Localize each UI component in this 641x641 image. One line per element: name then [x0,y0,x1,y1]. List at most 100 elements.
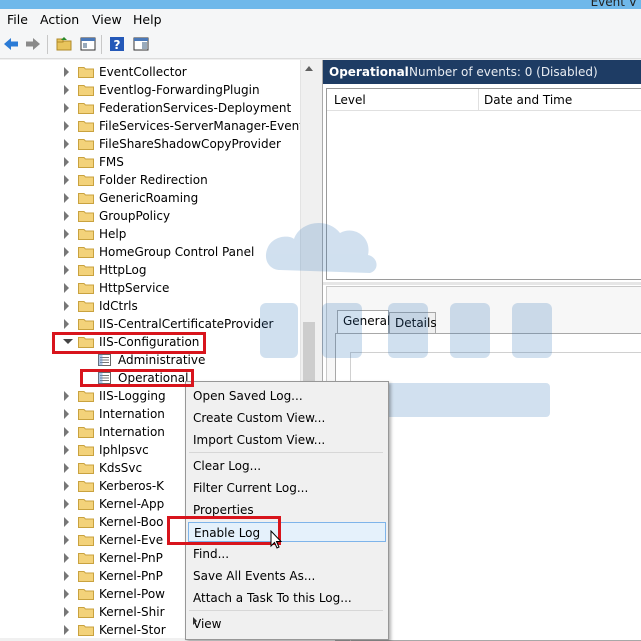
menu-item-open-saved-log[interactable]: Open Saved Log... [188,386,386,406]
properties-pane-icon[interactable] [132,35,150,53]
window-title: Event V [590,0,637,9]
folder-icon [78,624,94,636]
folder-icon [78,120,94,132]
submenu-arrow-icon [193,617,197,625]
mouse-cursor-icon [270,530,282,549]
tab-details[interactable]: Details [389,312,437,334]
collapsed-arrow-icon[interactable] [64,139,69,149]
tree-folder-item[interactable]: Help [0,225,300,243]
folder-icon [78,444,94,456]
collapsed-arrow-icon[interactable] [64,157,69,167]
collapsed-arrow-icon[interactable] [64,481,69,491]
folder-icon [78,228,94,240]
menu-item-create-custom-view[interactable]: Create Custom View... [188,408,386,428]
events-header: Operational Number of events: 0 (Disable… [323,60,641,84]
collapsed-arrow-icon[interactable] [64,625,69,635]
menu-item-view[interactable]: View [188,614,386,634]
scroll-thumb[interactable] [303,322,315,382]
collapsed-arrow-icon[interactable] [64,535,69,545]
tree-item-label: Internation [99,407,165,421]
menu-item-clear-log[interactable]: Clear Log... [188,456,386,476]
collapsed-arrow-icon[interactable] [64,607,69,617]
menu-item-label: Save All Events As... [193,569,316,583]
tree-folder-item[interactable]: GenericRoaming [0,189,300,207]
collapsed-arrow-icon[interactable] [64,553,69,563]
collapsed-arrow-icon[interactable] [64,211,69,221]
tab-general[interactable]: General [337,310,391,334]
tree-folder-item[interactable]: GroupPolicy [0,207,300,225]
collapsed-arrow-icon[interactable] [64,409,69,419]
menu-item-find[interactable]: Find... [188,544,386,564]
folder-icon [78,102,94,114]
tree-item-label: Internation [99,425,165,439]
tree-folder-item[interactable]: IdCtrls [0,297,300,315]
menu-item-label: Create Custom View... [193,411,326,425]
collapsed-arrow-icon[interactable] [64,247,69,257]
tree-folder-item[interactable]: HttpLog [0,261,300,279]
tree-item-label: FederationServices-Deployment [99,101,292,115]
collapsed-arrow-icon[interactable] [64,175,69,185]
menu-file[interactable]: File [7,12,28,27]
show-hide-pane-icon[interactable] [79,35,97,53]
help-icon[interactable]: ? [108,35,126,53]
collapsed-arrow-icon[interactable] [64,319,69,329]
collapsed-arrow-icon[interactable] [64,67,69,77]
forward-arrow-icon[interactable] [24,35,42,53]
tree-folder-item[interactable]: FileServices-ServerManager-EventProv [0,117,300,135]
collapsed-arrow-icon[interactable] [64,445,69,455]
collapsed-arrow-icon[interactable] [64,391,69,401]
collapsed-arrow-icon[interactable] [64,265,69,275]
tree-item-label: Kernel-Shir [99,605,165,619]
tree-folder-item[interactable]: Folder Redirection [0,171,300,189]
tree-folder-item[interactable]: FileShareShadowCopyProvider [0,135,300,153]
tree-item-label: IdCtrls [99,299,138,313]
pane-splitter[interactable] [323,282,641,285]
collapsed-arrow-icon[interactable] [64,283,69,293]
menu-item-filter-current-log[interactable]: Filter Current Log... [188,478,386,498]
tab-general-label: General [343,314,391,328]
menu-view[interactable]: View [92,12,122,27]
tree-folder-item[interactable]: HomeGroup Control Panel [0,243,300,261]
collapsed-arrow-icon[interactable] [64,229,69,239]
tree-item-label: Administrative [118,353,206,367]
collapsed-arrow-icon[interactable] [64,121,69,131]
scroll-up-arrow-icon[interactable] [305,66,313,71]
collapsed-arrow-icon[interactable] [64,85,69,95]
collapsed-arrow-icon[interactable] [64,103,69,113]
folder-icon [78,138,94,150]
toolbar: ? [0,31,641,59]
collapsed-arrow-icon[interactable] [64,301,69,311]
tree-folder-item[interactable]: IIS-CentralCertificateProvider [0,315,300,333]
column-date-time[interactable]: Date and Time [484,93,572,107]
collapsed-arrow-icon[interactable] [64,517,69,527]
folder-icon [78,210,94,222]
events-grid[interactable]: Level Date and Time [326,88,641,280]
tree-item-label: Kernel-App [99,497,165,511]
folder-icon [78,282,94,294]
collapsed-arrow-icon[interactable] [64,499,69,509]
menu-action[interactable]: Action [40,12,79,27]
folder-icon [78,174,94,186]
tree-item-label: HttpService [99,281,170,295]
menu-item-import-custom-view[interactable]: Import Custom View... [188,430,386,450]
folder-icon [78,156,94,168]
tree-item-label: IIS-CentralCertificateProvider [99,317,274,331]
tree-folder-item[interactable]: FMS [0,153,300,171]
tree-item-label: Kernel-Stor [99,623,166,637]
collapsed-arrow-icon[interactable] [64,463,69,473]
collapsed-arrow-icon[interactable] [64,193,69,203]
collapsed-arrow-icon[interactable] [64,571,69,581]
back-arrow-icon[interactable] [2,35,20,53]
tree-folder-item[interactable]: Eventlog-ForwardingPlugin [0,81,300,99]
tree-folder-item[interactable]: FederationServices-Deployment [0,99,300,117]
menu-item-attach-a-task-to-this-log[interactable]: Attach a Task To this Log... [188,588,386,608]
menu-item-save-all-events-as[interactable]: Save All Events As... [188,566,386,586]
collapsed-arrow-icon[interactable] [64,427,69,437]
column-level[interactable]: Level [334,93,366,107]
tree-folder-item[interactable]: HttpService [0,279,300,297]
tree-item-label: HttpLog [99,263,147,277]
collapsed-arrow-icon[interactable] [64,589,69,599]
menu-help[interactable]: Help [133,12,162,27]
folder-up-icon[interactable] [55,35,73,53]
tree-folder-item[interactable]: EventCollector [0,63,300,81]
